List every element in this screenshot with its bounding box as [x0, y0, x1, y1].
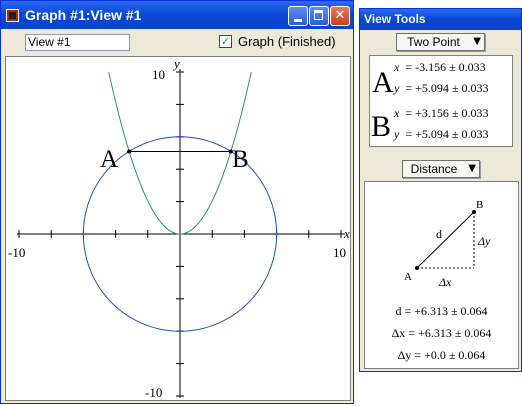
- point-a-y-value: = +5.094 ± 0.033: [405, 81, 489, 95]
- x-var-label: x: [394, 60, 400, 74]
- view-tools-window: View Tools Two Point ▼ A x = -3.156 ± 0.0…: [359, 8, 522, 372]
- diagram-point-a: [415, 266, 419, 270]
- graph-window: Graph #1:View #1 ✕ View #1 ✓ Graph (Fini…: [0, 0, 354, 404]
- point-b-label: B: [232, 146, 249, 173]
- x-min-label: -10: [8, 245, 25, 260]
- y-var-label: y: [394, 127, 400, 141]
- point-a-letter: A: [372, 66, 394, 99]
- dy-value: Δy = +0.0 ± 0.064: [397, 348, 486, 362]
- point-a-label: A: [100, 146, 118, 173]
- distance-diagram: A B d Δx Δy: [404, 199, 491, 289]
- diagram-dy-label: Δy: [477, 234, 491, 248]
- measure-mode-value: Two Point: [407, 35, 460, 49]
- point-b-letter: B: [371, 110, 392, 143]
- x-var-label: x: [394, 106, 400, 120]
- point-a-x-row: x = -3.156 ± 0.033: [394, 60, 486, 75]
- y-min-label: -10: [145, 385, 162, 400]
- diagram-a-label: A: [404, 271, 412, 283]
- dx-value: Δx = +6.313 ± 0.064: [391, 326, 492, 340]
- measure-type-value: Distance: [410, 162, 458, 176]
- y-max-label: 10: [152, 67, 165, 82]
- point-a-x-value: = -3.156 ± 0.033: [405, 60, 486, 74]
- point-b-x-value: = +3.156 ± 0.033: [405, 106, 489, 120]
- view-tools-titlebar[interactable]: View Tools: [360, 9, 521, 30]
- x-max-label: 10: [333, 245, 346, 260]
- measure-type-dropdown[interactable]: Distance ▼: [402, 160, 480, 178]
- y-var-label: y: [394, 81, 400, 95]
- y-axis-label: y: [172, 56, 180, 71]
- distance-panel: A B d Δx Δy d = +6.313 ± 0.064 Δx = +6.3…: [364, 181, 519, 369]
- point-b-y-value: = +5.094 ± 0.033: [405, 127, 489, 141]
- plot-area[interactable]: x y -10 10 10 -10 A B: [5, 56, 351, 401]
- distance-value: d = +6.313 ± 0.064: [395, 304, 488, 318]
- point-b-y-row: y = +5.094 ± 0.033: [394, 127, 488, 142]
- point-coordinates-panel: A x = -3.156 ± 0.033 y = +5.094 ± 0.033 B …: [369, 55, 513, 147]
- point-a-y-row: y = +5.094 ± 0.033: [394, 81, 488, 96]
- diagram-d-label: d: [436, 227, 442, 241]
- x-axis-label: x: [343, 226, 350, 241]
- diagram-b-label: B: [476, 199, 483, 211]
- diagram-dx-label: Δx: [438, 275, 452, 289]
- distance-line: [416, 211, 475, 269]
- plot-svg: x y -10 10 10 -10 A B: [8, 56, 350, 400]
- point-b-x-row: x = +3.156 ± 0.033: [394, 106, 488, 121]
- chevron-down-icon: ▼: [468, 163, 476, 174]
- measure-mode-dropdown[interactable]: Two Point ▼: [396, 33, 485, 51]
- point-a-marker[interactable]: [127, 149, 132, 154]
- chevron-down-icon: ▼: [473, 36, 481, 47]
